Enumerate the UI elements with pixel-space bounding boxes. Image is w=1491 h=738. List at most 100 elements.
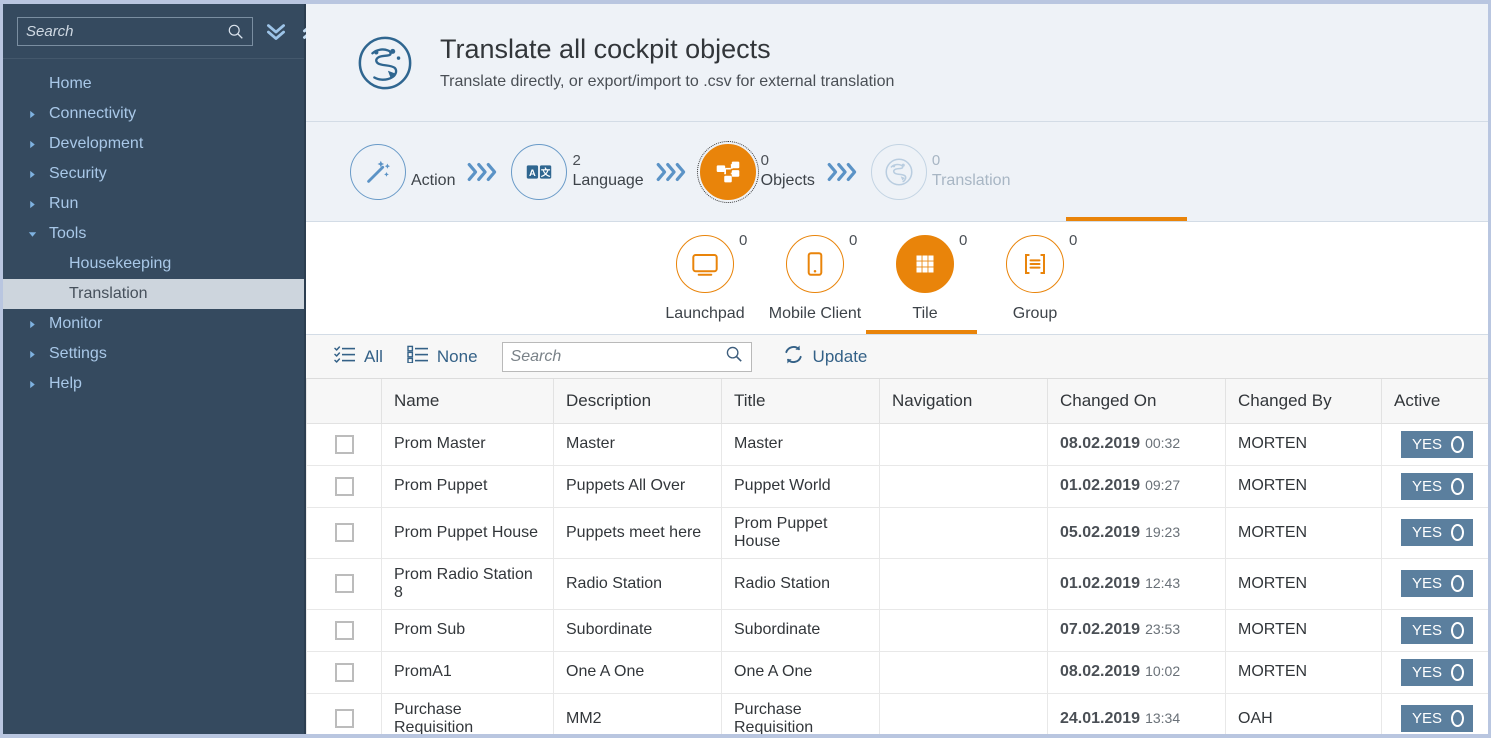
select-none-label: None xyxy=(437,347,478,367)
row-checkbox[interactable] xyxy=(335,709,354,728)
row-checkbox[interactable] xyxy=(335,523,354,542)
active-toggle[interactable]: YES xyxy=(1401,659,1473,686)
object-type-tile[interactable]: 0 Tile xyxy=(870,222,980,323)
wizard-step-translation[interactable]: 0 Translation xyxy=(871,144,1011,200)
cell-active[interactable]: YES xyxy=(1382,693,1489,734)
object-type-group[interactable]: 0 Group xyxy=(980,222,1090,323)
wizard-step-objects[interactable]: 0 Objects xyxy=(700,144,815,200)
table-search-box[interactable] xyxy=(502,342,752,372)
wizard-step-language[interactable]: A 文 2 Language xyxy=(511,144,643,200)
row-checkbox[interactable] xyxy=(335,574,354,593)
active-toggle[interactable]: YES xyxy=(1401,705,1473,732)
column-header-changed-on[interactable]: Changed On xyxy=(1048,379,1226,423)
active-toggle[interactable]: YES xyxy=(1401,519,1473,546)
cell-active[interactable]: YES xyxy=(1382,609,1489,651)
row-select-cell[interactable] xyxy=(307,507,382,558)
column-header-description[interactable]: Description xyxy=(554,379,722,423)
sidebar-item-monitor[interactable]: Monitor xyxy=(3,309,304,339)
cell-description: Subordinate xyxy=(554,609,722,651)
active-toggle[interactable]: YES xyxy=(1401,617,1473,644)
cell-active[interactable]: YES xyxy=(1382,558,1489,609)
active-toggle[interactable]: YES xyxy=(1401,431,1473,458)
table-row[interactable]: Prom Master Master Master 08.02.201900:3… xyxy=(307,423,1489,465)
cell-description: Master xyxy=(554,423,722,465)
sidebar-item-connectivity[interactable]: Connectivity xyxy=(3,99,304,129)
changed-date: 01.02.2019 xyxy=(1060,477,1140,494)
column-header-navigation[interactable]: Navigation xyxy=(880,379,1048,423)
column-header-name[interactable]: Name xyxy=(382,379,554,423)
cell-active[interactable]: YES xyxy=(1382,507,1489,558)
cell-navigation xyxy=(880,693,1048,734)
select-all-button[interactable]: All xyxy=(322,340,395,374)
active-toggle-label: YES xyxy=(1412,622,1442,639)
table-row[interactable]: PromA1 One A One One A One 08.02.201910:… xyxy=(307,651,1489,693)
cell-changed-on: 24.01.201913:34 xyxy=(1048,693,1226,734)
select-none-button[interactable]: None xyxy=(395,340,490,374)
objects-table-wrapper[interactable]: Name Description Title Navigation Change… xyxy=(306,379,1488,734)
row-select-cell[interactable] xyxy=(307,693,382,734)
table-row[interactable]: Prom Sub Subordinate Subordinate 07.02.2… xyxy=(307,609,1489,651)
toggle-knob-icon xyxy=(1451,664,1464,681)
row-checkbox[interactable] xyxy=(335,435,354,454)
row-checkbox[interactable] xyxy=(335,663,354,682)
changed-date: 08.02.2019 xyxy=(1060,663,1140,680)
app-root: Home Connectivity Development Security xyxy=(3,4,1488,734)
sidebar-item-housekeeping[interactable]: Housekeeping xyxy=(3,249,304,279)
active-toggle-label: YES xyxy=(1412,710,1442,727)
sidebar-item-label: Security xyxy=(49,165,107,183)
sidebar-item-settings[interactable]: Settings xyxy=(3,339,304,369)
table-row[interactable]: Purchase Requisition MM2 Purchase Requis… xyxy=(307,693,1489,734)
wizard-separator-3 xyxy=(815,159,871,185)
sidebar-item-label: Connectivity xyxy=(49,105,136,123)
object-type-mobile-client[interactable]: 0 Mobile Client xyxy=(760,222,870,323)
object-type-active-indicator xyxy=(866,330,977,334)
column-header-active[interactable]: Active xyxy=(1382,379,1489,423)
sidebar-search-input[interactable] xyxy=(26,23,227,40)
table-row[interactable]: Prom Puppet House Puppets meet here Prom… xyxy=(307,507,1489,558)
row-select-cell[interactable] xyxy=(307,423,382,465)
sidebar-item-run[interactable]: Run xyxy=(3,189,304,219)
search-icon[interactable] xyxy=(725,345,743,368)
objects-table: Name Description Title Navigation Change… xyxy=(306,379,1488,734)
column-header-changed-by[interactable]: Changed By xyxy=(1226,379,1382,423)
sidebar-item-label: Tools xyxy=(49,225,86,243)
sidebar-item-development[interactable]: Development xyxy=(3,129,304,159)
sidebar-search-box[interactable] xyxy=(17,17,253,46)
toggle-knob-icon xyxy=(1451,478,1464,495)
sidebar-item-translation[interactable]: Translation xyxy=(3,279,304,309)
wizard-step-meta: 2 Language xyxy=(572,144,643,200)
cell-title: Radio Station xyxy=(722,558,880,609)
wizard-step-action[interactable]: Action xyxy=(350,144,455,200)
table-search-input[interactable] xyxy=(511,348,725,366)
sidebar-item-home[interactable]: Home xyxy=(3,69,304,99)
update-button[interactable]: Update xyxy=(770,340,880,374)
sidebar-item-security[interactable]: Security xyxy=(3,159,304,189)
row-select-cell[interactable] xyxy=(307,609,382,651)
collapse-all-button[interactable] xyxy=(263,16,289,46)
sidebar-item-help[interactable]: Help xyxy=(3,369,304,399)
refresh-icon xyxy=(782,343,805,371)
wizard-step-label: Translation xyxy=(932,172,1011,190)
column-header-title[interactable]: Title xyxy=(722,379,880,423)
row-select-cell[interactable] xyxy=(307,651,382,693)
cell-name: Prom Radio Station 8 xyxy=(382,558,554,609)
object-type-launchpad[interactable]: 0 Launchpad xyxy=(650,222,760,323)
sidebar-item-tools[interactable]: Tools xyxy=(3,219,304,249)
changed-time: 00:32 xyxy=(1145,435,1180,451)
table-row[interactable]: Prom Puppet Puppets All Over Puppet Worl… xyxy=(307,465,1489,507)
cell-active[interactable]: YES xyxy=(1382,423,1489,465)
row-select-cell[interactable] xyxy=(307,558,382,609)
search-icon[interactable] xyxy=(227,23,244,40)
row-checkbox[interactable] xyxy=(335,621,354,640)
cell-active[interactable]: YES xyxy=(1382,651,1489,693)
row-select-cell[interactable] xyxy=(307,465,382,507)
object-type-label: Mobile Client xyxy=(769,305,861,323)
row-checkbox[interactable] xyxy=(335,477,354,496)
active-toggle[interactable]: YES xyxy=(1401,473,1473,500)
cell-active[interactable]: YES xyxy=(1382,465,1489,507)
changed-time: 09:27 xyxy=(1145,477,1180,493)
active-toggle[interactable]: YES xyxy=(1401,570,1473,597)
sidebar-item-label: Translation xyxy=(69,285,148,303)
column-header-select[interactable] xyxy=(307,379,382,423)
table-row[interactable]: Prom Radio Station 8 Radio Station Radio… xyxy=(307,558,1489,609)
